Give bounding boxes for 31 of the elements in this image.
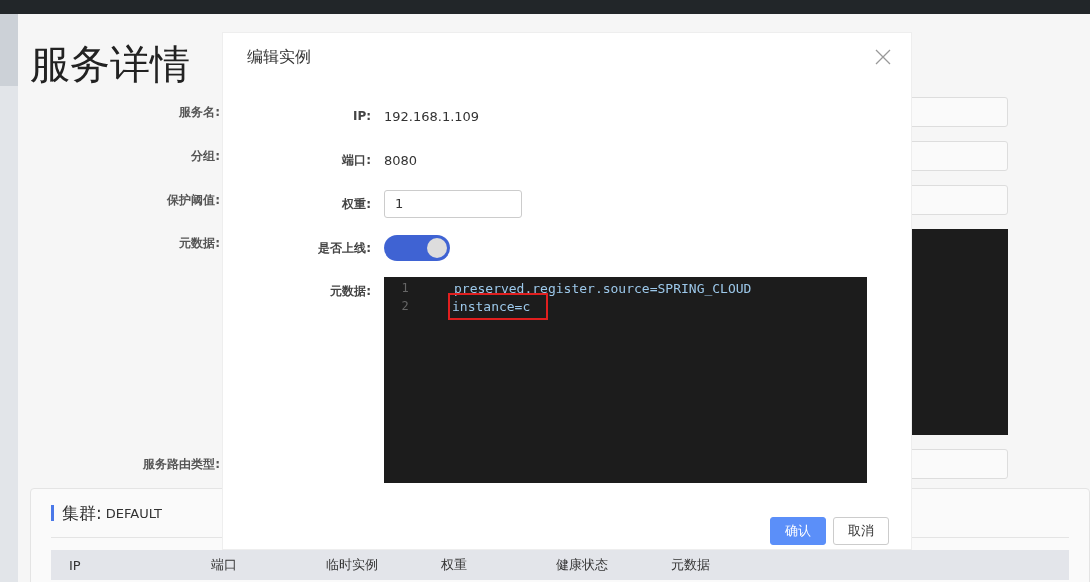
column-header: 健康状态 <box>556 556 609 574</box>
field-value: 8080 <box>384 152 418 168</box>
line-number: 2 <box>400 299 410 313</box>
field-label: 分组: <box>190 147 221 165</box>
cluster-label: 集群: <box>62 501 102 525</box>
field-label: 权重: <box>341 195 372 213</box>
column-header: 临时实例 <box>326 556 379 574</box>
column-header: IP <box>68 557 82 573</box>
column-header: 元数据 <box>671 556 711 574</box>
cluster-name: DEFAULT <box>105 505 163 521</box>
line-number: 1 <box>400 281 410 295</box>
dialog-title: 编辑实例 <box>247 46 311 68</box>
highlighted-code-line: instance=c <box>450 294 547 318</box>
page-title: 服务详情 <box>30 42 190 86</box>
field-label: 元数据: <box>329 283 372 300</box>
field-label: 是否上线: <box>317 239 372 257</box>
column-header: 端口 <box>211 556 238 574</box>
field-value: 192.168.1.109 <box>384 108 480 124</box>
toggle-switch[interactable] <box>384 235 450 261</box>
field-label: 端口: <box>341 151 372 169</box>
field-label: 服务路由类型: <box>142 455 221 473</box>
close-icon[interactable] <box>875 49 891 65</box>
code-line: preserved.register.source=SPRING_CLOUD <box>453 280 753 296</box>
code-editor[interactable]: 1 preserved.register.source=SPRING_CLOUD 2 instance=c <box>384 277 867 483</box>
column-header: 权重 <box>441 556 468 574</box>
field-label: 保护阈值: <box>166 191 221 209</box>
cancel-button[interactable]: 取消 <box>833 517 889 545</box>
field-label: 服务名: <box>178 103 221 121</box>
input-field[interactable]: 1 <box>384 190 522 218</box>
field-label: 元数据: <box>178 235 221 252</box>
field-label: IP: <box>351 109 372 123</box>
